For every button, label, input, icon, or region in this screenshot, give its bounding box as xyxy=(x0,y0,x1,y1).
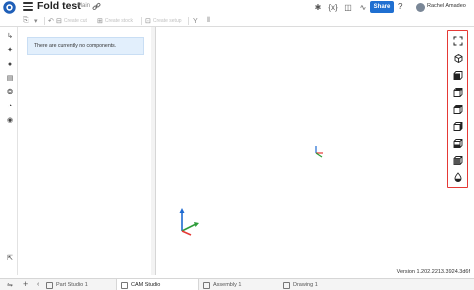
comments-icon[interactable]: ● xyxy=(6,60,14,68)
tab-manager-icon[interactable]: ⇋ xyxy=(7,281,13,289)
mates-icon[interactable]: ✦ xyxy=(6,46,14,54)
chevron-left-icon[interactable]: ‹ xyxy=(37,281,39,288)
timer-icon[interactable]: ◔ xyxy=(6,102,14,110)
create-cut-label: Create cut xyxy=(63,18,87,24)
cube-right-icon[interactable] xyxy=(453,138,463,148)
cube-front-icon[interactable] xyxy=(453,70,463,80)
chat-icon[interactable]: ◫ xyxy=(343,2,353,13)
cube-bottom-icon[interactable] xyxy=(453,155,463,165)
setup-icon: ⊡ xyxy=(145,18,151,25)
view-tools-panel xyxy=(447,30,468,188)
tab-label: Drawing 1 xyxy=(293,282,318,288)
activity-icon[interactable]: ∿ xyxy=(358,2,368,13)
add-tab-button[interactable]: + xyxy=(23,279,28,289)
clipboard-icon: ⎘ xyxy=(23,17,29,24)
appearance-icon[interactable]: ❂ xyxy=(6,88,14,96)
link-icon[interactable] xyxy=(92,2,101,11)
variables-icon[interactable]: {x} xyxy=(328,2,338,13)
toolbar-divider xyxy=(141,17,142,25)
share-button[interactable]: Share xyxy=(370,1,394,13)
cube-left-icon[interactable] xyxy=(453,121,463,131)
tab-part-studio[interactable]: Part Studio 1 xyxy=(42,279,116,290)
cube-top-icon[interactable] xyxy=(453,104,463,114)
chevron-down-icon[interactable]: ▾ xyxy=(34,17,38,25)
toolbar: ⎘ ▾ ↶ ⊟ Create cut ⊞ Create stock ⊡ Create … xyxy=(0,15,474,27)
cut-icon: ⊟ xyxy=(56,18,62,25)
version-label: Version 1.202.2213.3924.3d6f xyxy=(396,269,470,275)
create-setup-label: Create setup xyxy=(152,18,182,24)
tab-label: Assembly 1 xyxy=(213,282,242,288)
empty-components-message: There are currently no components. xyxy=(27,37,144,55)
graphics-viewport[interactable]: Version 1.202.2213.3924.3d6f xyxy=(157,27,474,275)
split-icon[interactable]: ⫴ xyxy=(207,17,210,25)
render-mode-icon[interactable] xyxy=(453,172,463,182)
top-bar: Fold test Main ✱ {x} ◫ ∿ ▦ Share ? Rache… xyxy=(0,0,474,15)
cam-studio-icon xyxy=(121,281,128,289)
axis-triad-icon xyxy=(179,208,199,236)
tab-assembly[interactable]: Assembly 1 xyxy=(199,279,279,290)
create-setup-button[interactable]: ⊡ Create setup xyxy=(145,17,182,25)
left-icon-bar: ↳ ✦ ● ▤ ❂ ◔ ◉ ⇱ xyxy=(0,27,18,275)
stock-icon: ⊞ xyxy=(97,18,103,25)
cube-isometric-icon[interactable] xyxy=(453,53,463,63)
cube-back-icon[interactable] xyxy=(453,87,463,97)
part-studio-icon xyxy=(46,281,53,289)
document-title[interactable]: Fold test xyxy=(37,0,81,12)
bug-icon[interactable]: ✱ xyxy=(313,2,323,13)
fit-view-icon[interactable] xyxy=(453,36,463,46)
toolbar-divider xyxy=(44,17,45,25)
fork-icon[interactable]: Y xyxy=(193,17,198,25)
user-name[interactable]: Rachel Amadeo xyxy=(427,3,466,9)
undo-icon[interactable]: ↶ xyxy=(48,17,54,25)
create-stock-button[interactable]: ⊞ Create stock xyxy=(97,17,133,25)
tab-bar: ⇋ + ‹ Part Studio 1 CAM Studio Assembly … xyxy=(0,278,474,290)
tab-label: Part Studio 1 xyxy=(56,282,88,288)
avatar[interactable] xyxy=(416,3,425,12)
clipboard-button[interactable]: ⎘ xyxy=(23,17,29,25)
properties-icon[interactable]: ▤ xyxy=(6,74,14,82)
search-icon[interactable]: ◉ xyxy=(6,116,14,124)
onshape-logo-icon[interactable] xyxy=(3,1,16,14)
menu-icon[interactable] xyxy=(23,2,33,11)
components-panel: There are currently no components. xyxy=(19,27,156,275)
help-icon[interactable]: ? xyxy=(398,2,402,11)
toolbar-divider xyxy=(188,17,189,25)
tab-label: CAM Studio xyxy=(131,282,161,288)
feature-list-icon[interactable]: ↳ xyxy=(6,32,14,40)
panel-scrollbar[interactable] xyxy=(151,27,155,275)
create-cut-button[interactable]: ⊟ Create cut xyxy=(56,17,87,25)
origin-triad-icon xyxy=(315,146,323,158)
branch-label: Main xyxy=(77,3,91,9)
drawing-icon xyxy=(283,281,290,289)
expand-icon[interactable]: ⇱ xyxy=(6,254,14,262)
create-stock-label: Create stock xyxy=(104,18,133,24)
tab-drawing[interactable]: Drawing 1 xyxy=(279,279,349,290)
tab-cam-studio[interactable]: CAM Studio xyxy=(116,279,199,290)
assembly-icon xyxy=(203,281,210,289)
